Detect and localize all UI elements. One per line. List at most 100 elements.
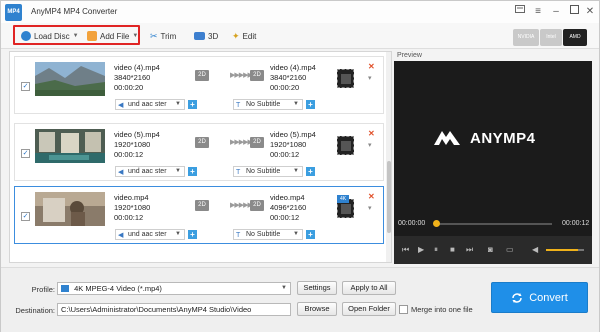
app-logo: MP4 (5, 4, 22, 21)
add-subtitle-button[interactable]: + (306, 167, 315, 176)
convert-arrows-icon: ▶▶▶▶▶ (230, 139, 253, 146)
seek-knob[interactable] (433, 220, 441, 227)
chevron-down-icon: ▼ (293, 231, 299, 237)
row-checkbox[interactable]: ✓ (21, 82, 30, 91)
apply-to-all-button[interactable]: Apply to All (342, 281, 396, 295)
output-resolution: 1920*1080 (270, 140, 307, 149)
play-icon[interactable]: ▶ (418, 245, 424, 254)
video-thumbnail[interactable] (35, 192, 105, 226)
maximize-icon[interactable] (567, 5, 581, 18)
add-audio-button[interactable]: + (188, 230, 197, 239)
source-2d-badge: 2D (195, 137, 209, 148)
audio-track-dropdown[interactable]: ◀ und aac ster ▼ (115, 229, 185, 240)
audio-track-dropdown[interactable]: ◀ und aac ster ▼ (115, 99, 185, 110)
expand-row-icon[interactable]: ▾ (368, 204, 372, 212)
destination-input[interactable]: C:\Users\Administrator\Documents\AnyMP4 … (57, 303, 291, 316)
minimize-icon[interactable]: – (549, 5, 563, 18)
output-settings-panel: Profile: 4K MPEG-4 Video (*.mp4) ▼ Setti… (1, 267, 599, 332)
window-title: AnyMP4 MP4 Converter (31, 7, 118, 16)
file-row[interactable]: ✓ video (4).mp4 3840*2160 00:00:20 2D ▶▶… (14, 56, 384, 114)
file-row[interactable]: ✓ video (5).mp4 1920*1080 00:00:12 2D ▶▶… (14, 123, 384, 181)
browse-button[interactable]: Browse (297, 302, 337, 316)
output-format-icon[interactable] (337, 69, 354, 88)
menu-icon[interactable]: ≡ (531, 5, 545, 18)
merge-label: Merge into one file (411, 305, 473, 314)
edit-icon: ✦ (232, 30, 240, 41)
chevron-down-icon: ▼ (281, 285, 287, 291)
feedback-icon[interactable] (513, 5, 527, 18)
output-2d-badge: 2D (250, 70, 264, 81)
audio-track-value: und aac ster (128, 101, 167, 108)
profile-select[interactable]: 4K MPEG-4 Video (*.mp4) ▼ (57, 282, 291, 295)
remove-file-icon[interactable]: ✕ (368, 62, 375, 71)
source-duration: 00:00:20 (114, 83, 144, 92)
output-duration: 00:00:12 (270, 213, 300, 222)
subtitle-dropdown[interactable]: T No Subtitle ▼ (233, 99, 303, 110)
volume-slider[interactable] (546, 249, 584, 251)
folder-icon[interactable]: ▭ (506, 245, 514, 254)
file-list: ✓ video (4).mp4 3840*2160 00:00:20 2D ▶▶… (9, 51, 392, 263)
source-resolution: 3840*2160 (114, 73, 151, 82)
expand-row-icon[interactable]: ▾ (368, 141, 372, 149)
scrollbar-thumb[interactable] (387, 161, 391, 233)
output-format-icon[interactable] (337, 136, 354, 155)
chevron-down-icon: ▼ (175, 168, 181, 174)
chevron-down-icon: ▼ (293, 168, 299, 174)
stop-icon[interactable]: ■ (450, 245, 455, 254)
subtitle-dropdown[interactable]: T No Subtitle ▼ (233, 229, 303, 240)
volume-icon[interactable]: ◀ (532, 245, 538, 254)
add-audio-button[interactable]: + (188, 100, 197, 109)
pause-icon[interactable]: ⏸ (434, 245, 438, 255)
seek-bar[interactable] (433, 220, 552, 227)
open-folder-button[interactable]: Open Folder (342, 302, 396, 316)
edit-label: Edit (242, 31, 257, 41)
amd-accel-badge[interactable]: AMD (563, 29, 587, 46)
trim-label: Trim (160, 31, 177, 41)
settings-button[interactable]: Settings (297, 281, 337, 295)
brand-text: ANYMP4 (470, 129, 536, 147)
title-bar: MP4 AnyMP4 MP4 Converter ≡ – ✕ (1, 1, 599, 23)
3d-button[interactable]: 3D (194, 29, 218, 43)
edit-button[interactable]: ✦ Edit (232, 29, 256, 43)
add-audio-button[interactable]: + (188, 167, 197, 176)
merge-checkbox[interactable] (399, 305, 408, 314)
trim-button[interactable]: ✂ Trim (150, 29, 176, 43)
convert-icon (512, 292, 522, 303)
add-subtitle-button[interactable]: + (306, 100, 315, 109)
list-scrollbar[interactable] (386, 52, 391, 262)
convert-button[interactable]: Convert (491, 282, 588, 313)
profile-label: Profile: (31, 285, 55, 294)
chevron-down-icon: ▼ (293, 101, 299, 107)
output-2d-badge: 2D (250, 137, 264, 148)
subtitle-icon: T (236, 102, 241, 109)
remove-file-icon[interactable]: ✕ (368, 192, 375, 201)
audio-track-dropdown[interactable]: ◀ und aac ster ▼ (115, 166, 185, 177)
output-resolution: 4096*2160 (270, 203, 307, 212)
output-filename: video (4).mp4 (270, 63, 316, 72)
file-row-selected[interactable]: ✓ video.mp4 1920*1080 00:00:12 2D ▶▶▶▶▶ … (14, 186, 384, 244)
video-thumbnail[interactable] (35, 129, 105, 163)
snapshot-icon[interactable]: ◙ (488, 245, 493, 254)
close-icon[interactable]: ✕ (583, 5, 597, 18)
brand-logo: ANYMP4 (432, 129, 536, 147)
speaker-icon: ◀ (118, 102, 124, 109)
intel-accel-badge[interactable]: Intel (540, 29, 562, 46)
profile-format-icon (61, 285, 69, 292)
remove-file-icon[interactable]: ✕ (368, 129, 375, 138)
row-checkbox[interactable]: ✓ (21, 149, 30, 158)
nvidia-accel-badge[interactable]: NVIDIA (513, 29, 539, 46)
next-icon[interactable]: ⏭ (466, 245, 473, 255)
row-checkbox[interactable]: ✓ (21, 212, 30, 221)
video-thumbnail[interactable] (35, 62, 105, 96)
expand-row-icon[interactable]: ▾ (368, 74, 372, 82)
player-controls: ⏮ ▶ ⏸ ■ ⏭ ◙ ▭ ◀ (394, 236, 592, 264)
output-info: video.mp4 4096*2160 00:00:12 (270, 193, 306, 223)
source-info: video (4).mp4 3840*2160 00:00:20 (114, 63, 160, 93)
preview-header: Preview (394, 51, 592, 61)
subtitle-dropdown[interactable]: T No Subtitle ▼ (233, 166, 303, 177)
3d-label: 3D (208, 31, 219, 41)
previous-icon[interactable]: ⏮ (402, 245, 409, 255)
chevron-down-icon: ▼ (175, 101, 181, 107)
add-subtitle-button[interactable]: + (306, 230, 315, 239)
audio-track-value: und aac ster (128, 231, 167, 238)
